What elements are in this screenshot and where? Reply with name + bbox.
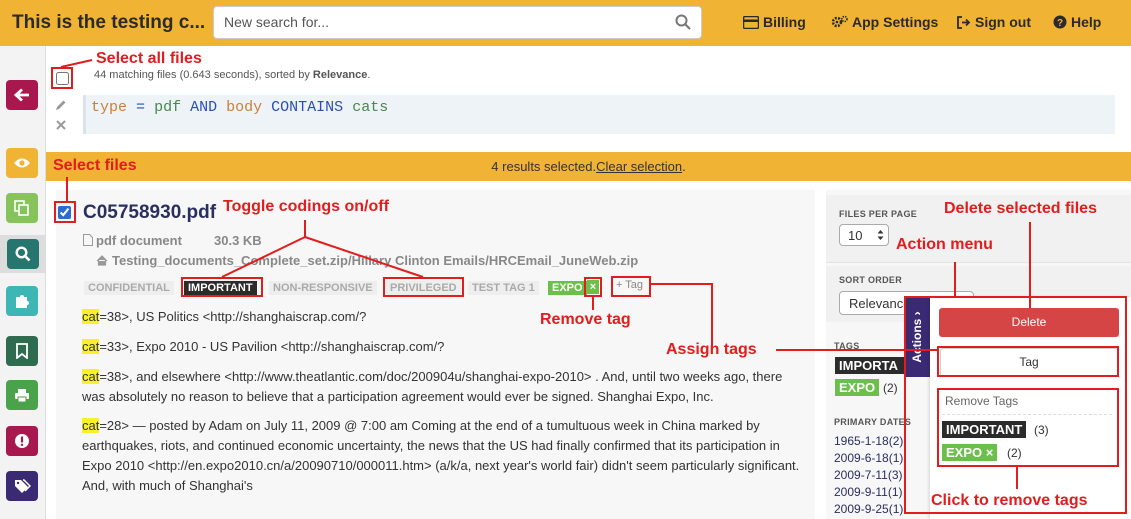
annotation-select-all: Select all files [96,50,202,67]
annotation-delete-selected: Delete selected files [944,200,1097,217]
annotation-toggle: Toggle codings on/off [223,198,389,215]
annotation-click-remove: Click to remove tags [931,492,1088,509]
annotation-action-menu: Action menu [896,236,993,253]
annotation-select-files: Select files [53,157,137,174]
annotation-remove-tag: Remove tag [540,311,631,328]
annotation-assign-tags: Assign tags [666,341,757,358]
annotation-lines [60,59,1031,489]
